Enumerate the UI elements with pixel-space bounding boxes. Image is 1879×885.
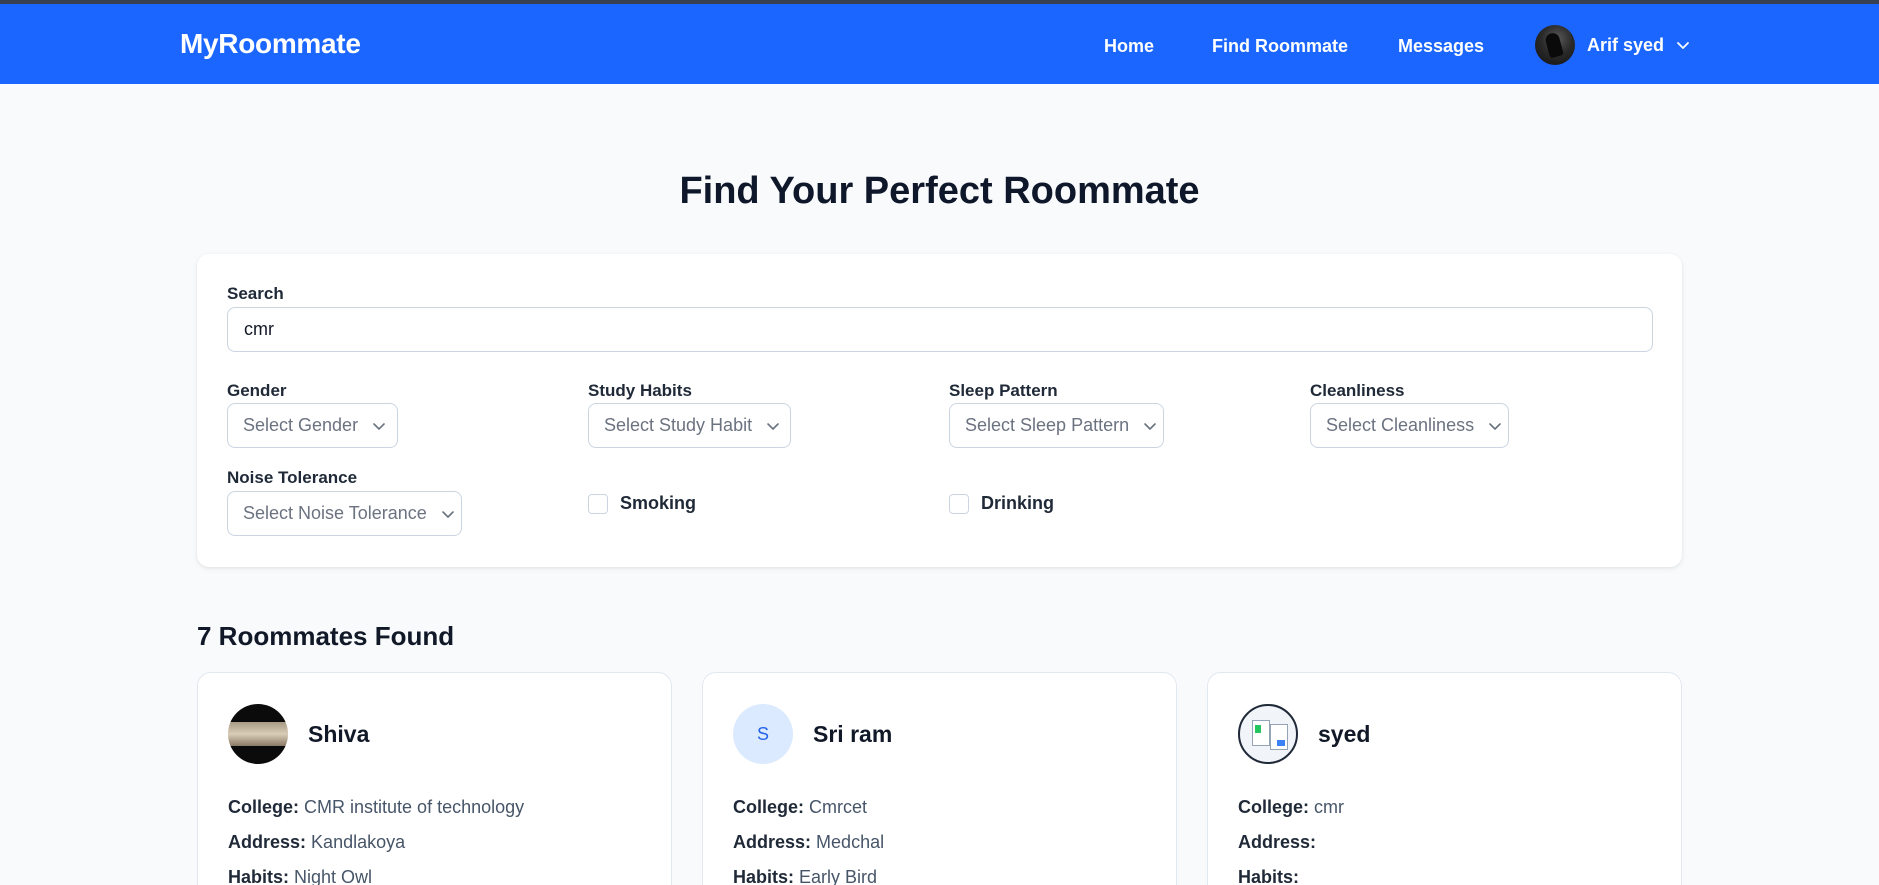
roommate-name: Sri ram [813, 721, 893, 747]
gender-label: Gender [227, 381, 287, 400]
user-avatar [1535, 25, 1575, 65]
roommate-name: Shiva [308, 721, 370, 747]
avatar-image-detail [1270, 724, 1288, 750]
search-input[interactable] [227, 307, 1653, 352]
navbar: MyRoommate Home Find Roommate Messages A… [0, 4, 1879, 84]
avatar [228, 704, 288, 764]
smoking-filter[interactable]: Smoking [588, 493, 696, 514]
study-habits-select[interactable]: Select Study Habit [588, 403, 791, 448]
nav-link-home[interactable]: Home [1104, 36, 1154, 57]
address-field: Address: Medchal [733, 832, 884, 853]
college-key: College: [1238, 797, 1310, 817]
chevron-down-icon [1144, 422, 1156, 430]
noise-tolerance-label: Noise Tolerance [227, 468, 358, 487]
gender-select[interactable]: Select Gender [227, 403, 398, 448]
habits-value: Early Bird [799, 867, 878, 885]
cleanliness-select[interactable]: Select Cleanliness [1310, 403, 1509, 448]
chevron-down-icon [1677, 42, 1689, 49]
habits-key: Habits: [1238, 867, 1300, 885]
chevron-down-icon [373, 422, 385, 430]
college-field: College: Cmrcet [733, 797, 867, 818]
user-menu[interactable]: Arif syed [1535, 24, 1690, 66]
chevron-down-icon [1489, 422, 1501, 430]
cleanliness-label: Cleanliness [1310, 381, 1405, 400]
habits-field: Habits: [1238, 867, 1299, 885]
roommate-name: syed [1318, 721, 1371, 747]
college-value: Cmrcet [809, 797, 868, 817]
drinking-filter[interactable]: Drinking [949, 493, 1054, 514]
college-field: College: cmr [1238, 797, 1344, 818]
address-key: Address: [228, 832, 307, 852]
nav-link-find-roommate[interactable]: Find Roommate [1212, 36, 1348, 57]
habits-field: Habits: Night Owl [228, 867, 372, 885]
sleep-pattern-select-value: Select Sleep Pattern [965, 415, 1130, 435]
smoking-checkbox[interactable] [588, 493, 608, 514]
habits-field: Habits: Early Bird [733, 867, 877, 885]
roommate-card[interactable]: Shiva College: CMR institute of technolo… [197, 672, 672, 885]
noise-tolerance-select[interactable]: Select Noise Tolerance [227, 491, 462, 536]
chevron-down-icon [441, 510, 454, 518]
roommate-card[interactable]: syed College: cmr Address: Habits: [1207, 672, 1682, 885]
sleep-pattern-label: Sleep Pattern [949, 381, 1058, 400]
avatar-image-detail [1252, 720, 1270, 746]
address-value: Medchal [816, 832, 885, 852]
search-label: Search [227, 284, 284, 303]
brand-logo[interactable]: MyRoommate [180, 28, 361, 60]
college-field: College: CMR institute of technology [228, 797, 524, 818]
nav-link-messages[interactable]: Messages [1398, 36, 1484, 57]
chevron-down-icon [767, 422, 779, 430]
drinking-label: Drinking [981, 493, 1055, 513]
habits-value: Night Owl [294, 867, 373, 885]
filter-panel: Search Gender Select Gender Study Habits… [197, 254, 1682, 567]
college-key: College: [733, 797, 805, 817]
address-field: Address: [1238, 832, 1316, 853]
study-habits-label: Study Habits [588, 381, 692, 400]
roommate-card[interactable]: S Sri ram College: Cmrcet Address: Medch… [702, 672, 1177, 885]
noise-tolerance-select-value: Select Noise Tolerance [243, 503, 427, 523]
avatar: S [733, 704, 793, 764]
gender-select-value: Select Gender [243, 415, 359, 435]
cleanliness-select-value: Select Cleanliness [1326, 415, 1475, 435]
results-count-heading: 7 Roommates Found [197, 621, 455, 651]
drinking-checkbox[interactable] [949, 493, 969, 514]
sleep-pattern-select[interactable]: Select Sleep Pattern [949, 403, 1164, 448]
user-name: Arif syed [1587, 34, 1665, 55]
habits-key: Habits: [733, 867, 795, 885]
study-habits-select-value: Select Study Habit [604, 415, 753, 435]
habits-key: Habits: [228, 867, 290, 885]
smoking-label: Smoking [620, 493, 697, 513]
avatar [1238, 704, 1298, 764]
address-key: Address: [733, 832, 812, 852]
address-value: Kandlakoya [311, 832, 406, 852]
address-key: Address: [1238, 832, 1317, 852]
college-value: cmr [1314, 797, 1345, 817]
address-field: Address: Kandlakoya [228, 832, 405, 853]
page-title: Find Your Perfect Roommate [679, 170, 1200, 212]
college-value: CMR institute of technology [304, 797, 525, 817]
college-key: College: [228, 797, 300, 817]
